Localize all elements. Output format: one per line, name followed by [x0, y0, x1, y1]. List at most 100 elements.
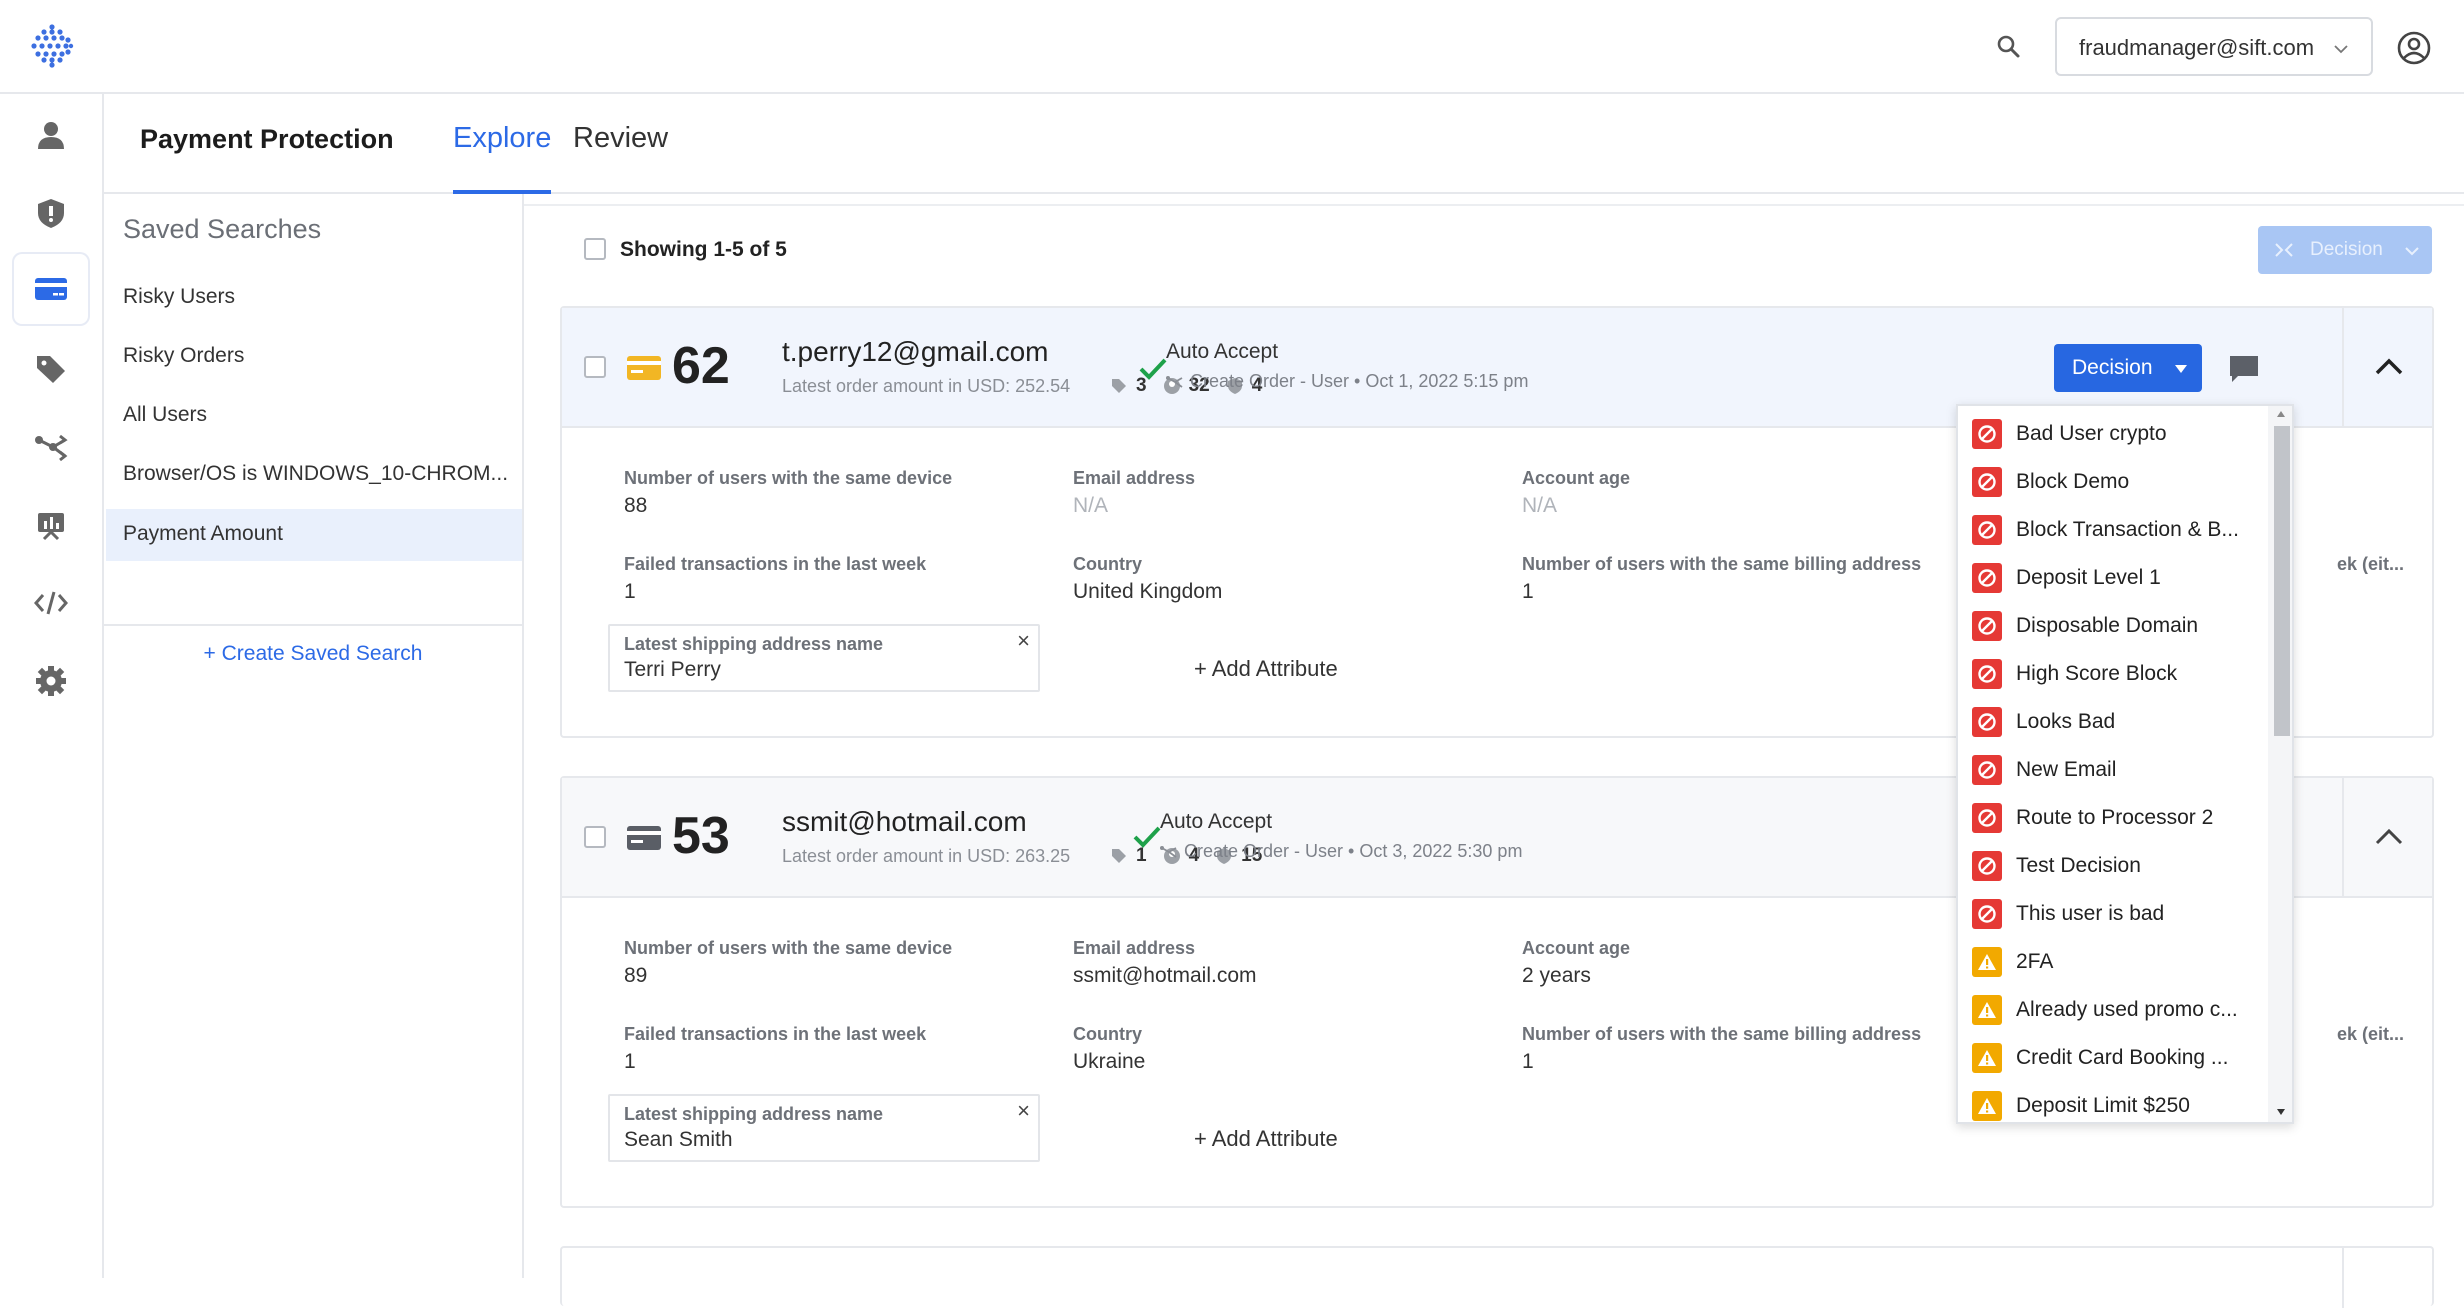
decision-menu-item-label: Block Transaction & B... [2016, 518, 2239, 541]
decision-menu-item[interactable]: Disposable Domain [1972, 606, 2198, 646]
nav-reports[interactable] [14, 490, 88, 560]
block-icon [1972, 851, 2002, 881]
attribute-label: Failed transactions in the last week [624, 1024, 927, 1044]
user-email[interactable]: t.perry12@gmail.com [782, 336, 1049, 368]
check-icon [1133, 826, 1161, 848]
divider [104, 624, 522, 626]
nav-settings[interactable] [14, 646, 88, 716]
decision-menu-item-label: Already used promo c... [2016, 998, 2238, 1021]
close-icon[interactable]: × [1017, 1098, 1030, 1124]
nav-users[interactable] [14, 100, 88, 170]
saved-search-item[interactable]: All Users [106, 390, 522, 442]
decision-menu-scrollbar[interactable] [2268, 406, 2292, 1122]
nav-account-defense[interactable] [14, 178, 88, 248]
shipping-name-attribute: Latest shipping address name Terri Perry… [608, 624, 1040, 692]
warning-icon [1972, 995, 2002, 1025]
attribute-value: N/A [1073, 494, 1109, 517]
decision-menu-item[interactable]: This user is bad [1972, 894, 2164, 934]
chevron-down-icon [2405, 247, 2419, 256]
saved-search-item-active[interactable]: Payment Amount [106, 509, 522, 561]
attribute-value: 1 [624, 1050, 636, 1073]
tab-review[interactable]: Review [573, 122, 668, 194]
attribute-value: 1 [1522, 1050, 1534, 1073]
collapse-toggle[interactable] [2342, 778, 2432, 898]
decision-menu-item[interactable]: Block Demo [1972, 462, 2129, 502]
block-icon [1972, 611, 2002, 641]
decision-menu-item[interactable]: Already used promo c... [1972, 990, 2238, 1030]
chevron-up-icon [2375, 358, 2403, 375]
search-icon[interactable] [1992, 30, 2026, 64]
nav-payment-protection[interactable] [14, 254, 88, 324]
decision-menu-item-label: Block Demo [2016, 470, 2130, 493]
decision-menu-item-label: Deposit Limit $250 [2016, 1094, 2190, 1117]
decision-menu-item[interactable]: Test Decision [1972, 846, 2141, 886]
saved-search-item[interactable]: Risky Orders [106, 331, 522, 383]
saved-search-item[interactable]: Risky Users [106, 272, 522, 324]
person-icon [38, 122, 64, 149]
decision-menu-item[interactable]: Deposit Limit $250 [1972, 1086, 2190, 1122]
tab-explore[interactable]: Explore [453, 122, 552, 194]
add-attribute-button[interactable]: + Add Attribute [1194, 656, 1338, 682]
row-checkbox[interactable] [584, 826, 606, 848]
decision-menu-item-label: High Score Block [2016, 662, 2178, 685]
attribute-value: ssmit@hotmail.com [1073, 964, 1257, 987]
warning-icon [1972, 947, 2002, 977]
tag-icon [1112, 379, 1126, 393]
code-icon [34, 591, 68, 615]
scroll-up-arrow-icon[interactable] [2276, 410, 2286, 418]
close-icon[interactable]: × [1017, 628, 1030, 654]
decision-menu-item-label: Test Decision [2016, 854, 2141, 877]
decision-menu-item[interactable]: Credit Card Booking ... [1972, 1038, 2228, 1078]
decision-menu-item-label: New Email [2016, 758, 2117, 781]
comment-icon[interactable] [2228, 354, 2260, 384]
scroll-down-arrow-icon[interactable] [2276, 1108, 2286, 1116]
attribute-label: Latest shipping address name [624, 634, 884, 654]
select-all-checkbox[interactable] [584, 238, 606, 260]
decision-menu-item[interactable]: Deposit Level 1 [1972, 558, 2161, 598]
account-select[interactable]: fraudmanager@sift.com [2055, 17, 2373, 76]
row-checkbox[interactable] [584, 356, 606, 378]
user-card [560, 1246, 2434, 1308]
scrollbar-thumb[interactable] [2274, 426, 2290, 736]
account-circle-icon[interactable] [2396, 30, 2432, 66]
user-email[interactable]: ssmit@hotmail.com [782, 806, 1027, 838]
attribute-label-partial: ek (eit... [2337, 554, 2405, 574]
nav-developer[interactable] [14, 568, 88, 638]
credit-card-icon [627, 356, 661, 380]
decision-menu-item[interactable]: Bad User crypto [1972, 414, 2167, 454]
page-header: Payment Protection Explore Review [104, 94, 2464, 194]
saved-search-item[interactable]: Browser/OS is WINDOWS_10-CHROM... [106, 449, 522, 501]
block-icon [1972, 515, 2002, 545]
saved-searches-title: Saved Searches [123, 214, 322, 244]
nav-promotions[interactable] [14, 334, 88, 404]
attribute-value: United Kingdom [1073, 580, 1223, 603]
decision-button[interactable]: Decision [2054, 344, 2202, 392]
decision-menu-item[interactable]: 2FA [1972, 942, 2053, 982]
decision-menu-item[interactable]: Block Transaction & B... [1972, 510, 2239, 550]
divider [524, 204, 2464, 206]
gear-icon [36, 666, 66, 696]
block-icon [1972, 755, 2002, 785]
add-attribute-button[interactable]: + Add Attribute [1194, 1126, 1338, 1152]
attribute-value: 89 [624, 964, 648, 987]
attribute-label: Account age [1522, 468, 1631, 488]
create-saved-search-link[interactable]: + Create Saved Search [104, 642, 522, 666]
attribute-value: Sean Smith [624, 1128, 733, 1151]
decision-menu-item[interactable]: New Email [1972, 750, 2116, 790]
sift-logo-icon[interactable] [30, 24, 74, 68]
nav-workflows[interactable] [14, 412, 88, 482]
attribute-label: Country [1073, 1024, 1142, 1044]
workflow-icon [1160, 846, 1177, 858]
decision-source: Create Order - User • Oct 1, 2022 5:15 p… [1190, 371, 1529, 391]
attribute-label: Number of users with the same billing ad… [1522, 1024, 1922, 1044]
decision-menu-item-label: Route to Processor 2 [2016, 806, 2214, 829]
decision-menu-item[interactable]: High Score Block [1972, 654, 2177, 694]
collapse-toggle[interactable] [2342, 1248, 2432, 1308]
decision-menu-item[interactable]: Route to Processor 2 [1972, 798, 2213, 838]
risk-score: 62 [672, 337, 730, 395]
decision-menu-item-label: Looks Bad [2016, 710, 2116, 733]
decision-menu-item[interactable]: Looks Bad [1972, 702, 2115, 742]
warning-icon [1972, 1043, 2002, 1073]
decision-menu-item-label: Disposable Domain [2016, 614, 2199, 637]
collapse-toggle[interactable] [2342, 308, 2432, 428]
